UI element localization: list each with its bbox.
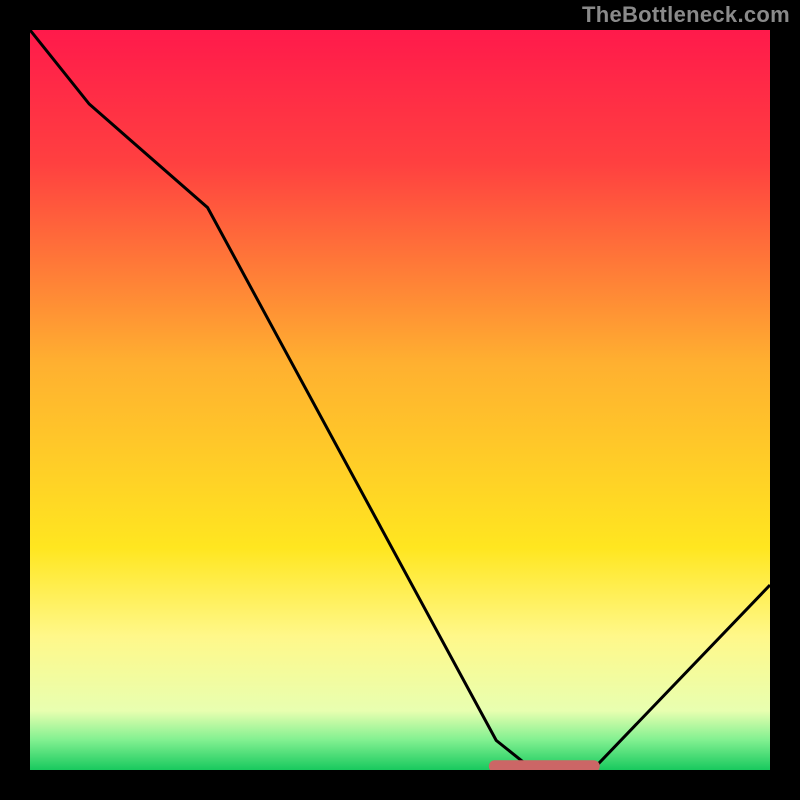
chart-svg (30, 30, 770, 770)
plot-area (30, 30, 770, 770)
gradient-background (30, 30, 770, 770)
optimal-zone-marker (489, 760, 600, 770)
chart-container: TheBottleneck.com (0, 0, 800, 800)
watermark-text: TheBottleneck.com (582, 2, 790, 28)
